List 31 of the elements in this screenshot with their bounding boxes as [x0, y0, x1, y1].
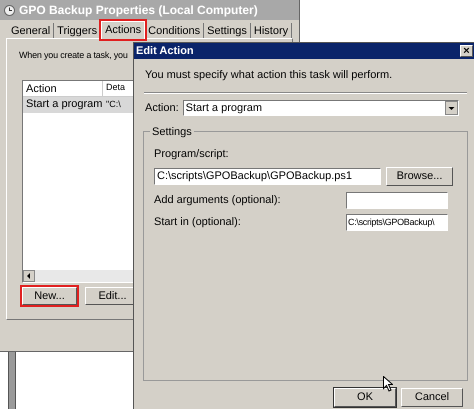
dialog-button[interactable]: OK	[334, 388, 396, 407]
dialog-button[interactable]: Cancel	[401, 388, 463, 407]
tab[interactable]: Settings	[204, 23, 251, 38]
tab[interactable]: History	[250, 23, 292, 38]
program-label: Program/script:	[154, 147, 230, 162]
dropdown-value: Start a program	[184, 100, 264, 116]
stripe-drawing	[8, 350, 16, 409]
window-title: GPO Backup Properties (Local Computer)	[19, 2, 258, 19]
close-button[interactable]: ×	[460, 45, 473, 57]
column-header[interactable]: Deta	[103, 80, 128, 96]
start-in-field[interactable]: C:\scripts\GPOBackup\	[346, 214, 448, 230]
instruction-text: You must specify what action this task will perform.	[145, 68, 394, 83]
browse-button[interactable]: Browse...	[386, 166, 453, 186]
tab[interactable]: Conditions	[145, 23, 204, 38]
action-label: Action:	[145, 100, 179, 116]
tab[interactable]: General	[8, 23, 54, 38]
tab[interactable]: Actions	[101, 21, 146, 39]
intro-text: When you create a task, you	[19, 49, 128, 62]
program-field[interactable]: C:\scripts\GPOBackup\GPOBackup.ps1	[154, 168, 381, 184]
start-in-label: Start in (optional):	[154, 214, 241, 230]
dialog-title: Edit Action	[136, 44, 194, 59]
table-cell-text: "C:\	[105, 98, 122, 111]
action-button[interactable]: New...	[22, 286, 77, 304]
mouse-pointer-icon	[383, 376, 393, 392]
action-dropdown[interactable]: Start a program	[182, 100, 459, 116]
table-cell-text: Start a program	[25, 97, 103, 112]
arguments-label: Add arguments (optional):	[154, 192, 281, 208]
clock-icon	[4, 4, 15, 16]
group-title: Settings	[150, 124, 194, 140]
arguments-field[interactable]	[346, 192, 448, 208]
column-header[interactable]: Action	[23, 80, 103, 96]
